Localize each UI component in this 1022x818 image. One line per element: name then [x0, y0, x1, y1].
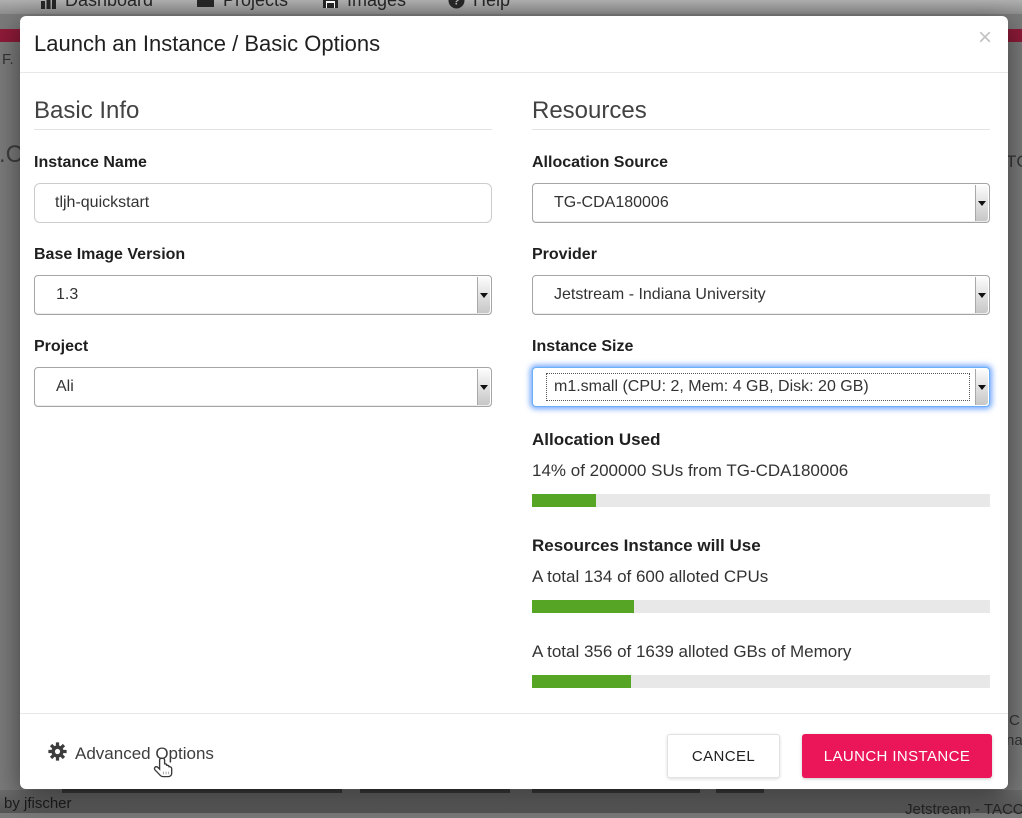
progress-fill	[532, 600, 634, 613]
gear-icon	[48, 742, 67, 766]
chevron-down-icon	[477, 369, 490, 405]
instance-size-label: Instance Size	[532, 338, 990, 356]
resources-heading: Resources	[532, 97, 990, 130]
modal-header: Launch an Instance / Basic Options ×	[20, 16, 1008, 73]
background-byline: by jfischer	[4, 795, 72, 812]
progress-fill	[532, 675, 631, 688]
background-provider-label: Jetstream - TACC	[905, 801, 1022, 818]
basic-info-section: Basic Info Instance Name Base Image Vers…	[34, 97, 492, 430]
bar-chart-icon	[40, 0, 57, 9]
chevron-down-icon	[975, 185, 988, 221]
advanced-options-button[interactable]: Advanced Options	[48, 742, 214, 766]
provider-label: Provider	[532, 246, 990, 264]
allocation-source-label: Allocation Source	[532, 154, 990, 172]
cpu-usage-progress-bar	[532, 600, 990, 613]
instance-name-input[interactable]	[34, 183, 492, 223]
selected-value: TG-CDA180006	[554, 184, 669, 222]
nav-tab-label: Help	[473, 0, 510, 11]
background-text-fragment	[62, 789, 342, 793]
background-text-fragment: C	[1009, 712, 1020, 729]
background-text-fragment: F.	[2, 51, 14, 68]
launch-instance-modal: Launch an Instance / Basic Options × Bas…	[20, 16, 1008, 789]
nav-tab-label: Dashboard	[65, 0, 153, 11]
background-text-fragment	[360, 789, 510, 793]
nav-tab-images[interactable]: Images	[322, 0, 406, 14]
cpu-usage-text: A total 134 of 600 alloted CPUs	[532, 567, 990, 586]
svg-text:?: ?	[453, 0, 460, 7]
launch-instance-button[interactable]: LAUNCH INSTANCE	[802, 734, 992, 778]
nav-tab-label: Projects	[223, 0, 288, 11]
allocation-source-select[interactable]: TG-CDA180006	[532, 183, 990, 223]
floppy-icon	[322, 0, 339, 9]
base-image-version-select[interactable]: 1.3	[34, 275, 492, 315]
progress-fill	[532, 494, 596, 507]
base-image-version-label: Base Image Version	[34, 246, 492, 264]
nav-tab-projects[interactable]: Projects	[196, 0, 288, 14]
basic-info-heading: Basic Info	[34, 97, 492, 130]
background-footer-band	[0, 790, 1022, 813]
nav-tab-help[interactable]: ? Help	[448, 0, 510, 14]
instance-usage-heading: Resources Instance will Use	[532, 536, 990, 555]
selected-value: Jetstream - Indiana University	[554, 276, 766, 314]
cancel-button[interactable]: CANCEL	[667, 734, 780, 778]
background-nav-bar: Dashboard Projects Images ? Help	[0, 0, 1022, 14]
help-circle-icon: ?	[448, 0, 465, 9]
project-select[interactable]: Ali	[34, 367, 492, 407]
allocation-used-heading: Allocation Used	[532, 430, 990, 449]
background-text-fragment	[532, 789, 700, 793]
instance-size-select[interactable]: m1.small (CPU: 2, Mem: 4 GB, Disk: 20 GB…	[532, 367, 990, 407]
allocation-used-progress-bar	[532, 494, 990, 507]
provider-select[interactable]: Jetstream - Indiana University	[532, 275, 990, 315]
allocation-used-text: 14% of 200000 SUs from TG-CDA180006	[532, 461, 990, 480]
background-text-fragment: na	[1006, 732, 1022, 749]
chevron-down-icon	[975, 277, 988, 313]
memory-usage-text: A total 356 of 1639 alloted GBs of Memor…	[532, 642, 990, 661]
nav-tab-dashboard[interactable]: Dashboard	[40, 0, 153, 14]
resources-section: Resources Allocation Source TG-CDA180006…	[532, 97, 990, 717]
background-text-fragment: TC	[1006, 152, 1022, 172]
modal-title: Launch an Instance / Basic Options	[34, 31, 380, 57]
selected-value: Ali	[56, 368, 74, 406]
close-icon[interactable]: ×	[978, 26, 992, 50]
background-text-fragment	[716, 789, 764, 793]
project-label: Project	[34, 338, 492, 356]
modal-footer: Advanced Options CANCEL LAUNCH INSTANCE	[20, 713, 1008, 789]
selected-value: m1.small (CPU: 2, Mem: 4 GB, Disk: 20 GB…	[554, 368, 869, 406]
instance-name-label: Instance Name	[34, 154, 492, 172]
folder-icon	[196, 0, 215, 9]
memory-usage-progress-bar	[532, 675, 990, 688]
nav-tab-label: Images	[347, 0, 406, 11]
chevron-down-icon	[477, 277, 490, 313]
selected-value: 1.3	[56, 276, 78, 314]
chevron-down-icon	[975, 369, 988, 405]
advanced-options-label: Advanced Options	[75, 744, 214, 764]
